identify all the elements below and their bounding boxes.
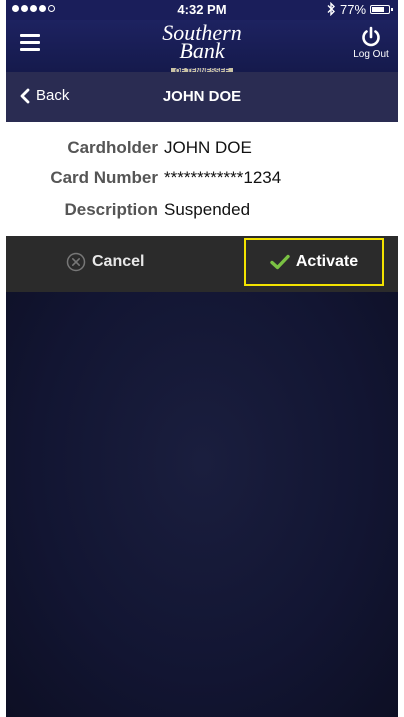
activate-button[interactable]: Activate <box>244 238 384 286</box>
logo-line-2: Bank <box>179 38 225 63</box>
action-bar: Cancel Activate <box>6 236 398 292</box>
description-row: Description Suspended <box>6 200 398 228</box>
battery-icon <box>370 5 393 14</box>
close-circle-icon <box>66 252 86 272</box>
menu-icon[interactable] <box>20 34 40 52</box>
card-details: Cardholder JOHN DOE Card Number ********… <box>6 122 398 236</box>
page-title: JOHN DOE <box>162 88 242 105</box>
description-value: Suspended <box>164 200 251 219</box>
card-number-row: Card Number ************1234 <box>6 168 398 196</box>
logout-label: Log Out <box>353 49 389 60</box>
logout-button[interactable]: Log Out <box>350 26 392 66</box>
description-label: Description <box>64 200 158 219</box>
card-number-value: ************1234 <box>164 168 282 187</box>
cardholder-value: JOHN DOE <box>164 138 252 157</box>
bank-logo: Southern Bank OF TENNESSEE <box>142 20 262 75</box>
content-area <box>6 292 398 717</box>
checkmark-icon <box>270 254 290 270</box>
bluetooth-icon <box>326 1 336 19</box>
app-header: Southern Bank OF TENNESSEE Log Out <box>6 20 398 75</box>
power-icon <box>350 26 392 48</box>
battery-fill <box>372 7 384 12</box>
cardholder-label: Cardholder <box>67 138 158 157</box>
navigation-bar: Back JOHN DOE <box>6 72 398 122</box>
cardholder-row: Cardholder JOHN DOE <box>6 138 398 166</box>
activate-label: Activate <box>295 253 359 270</box>
battery-percentage: 77% <box>340 2 367 17</box>
cancel-button[interactable]: Cancel <box>66 252 144 272</box>
card-number-label: Card Number <box>50 168 158 187</box>
status-bar: 4:32 PM 77% <box>6 0 398 20</box>
cancel-label: Cancel <box>92 253 145 270</box>
app-screen: 4:32 PM 77% Southern Bank OF TENNESSEE <box>6 0 398 717</box>
